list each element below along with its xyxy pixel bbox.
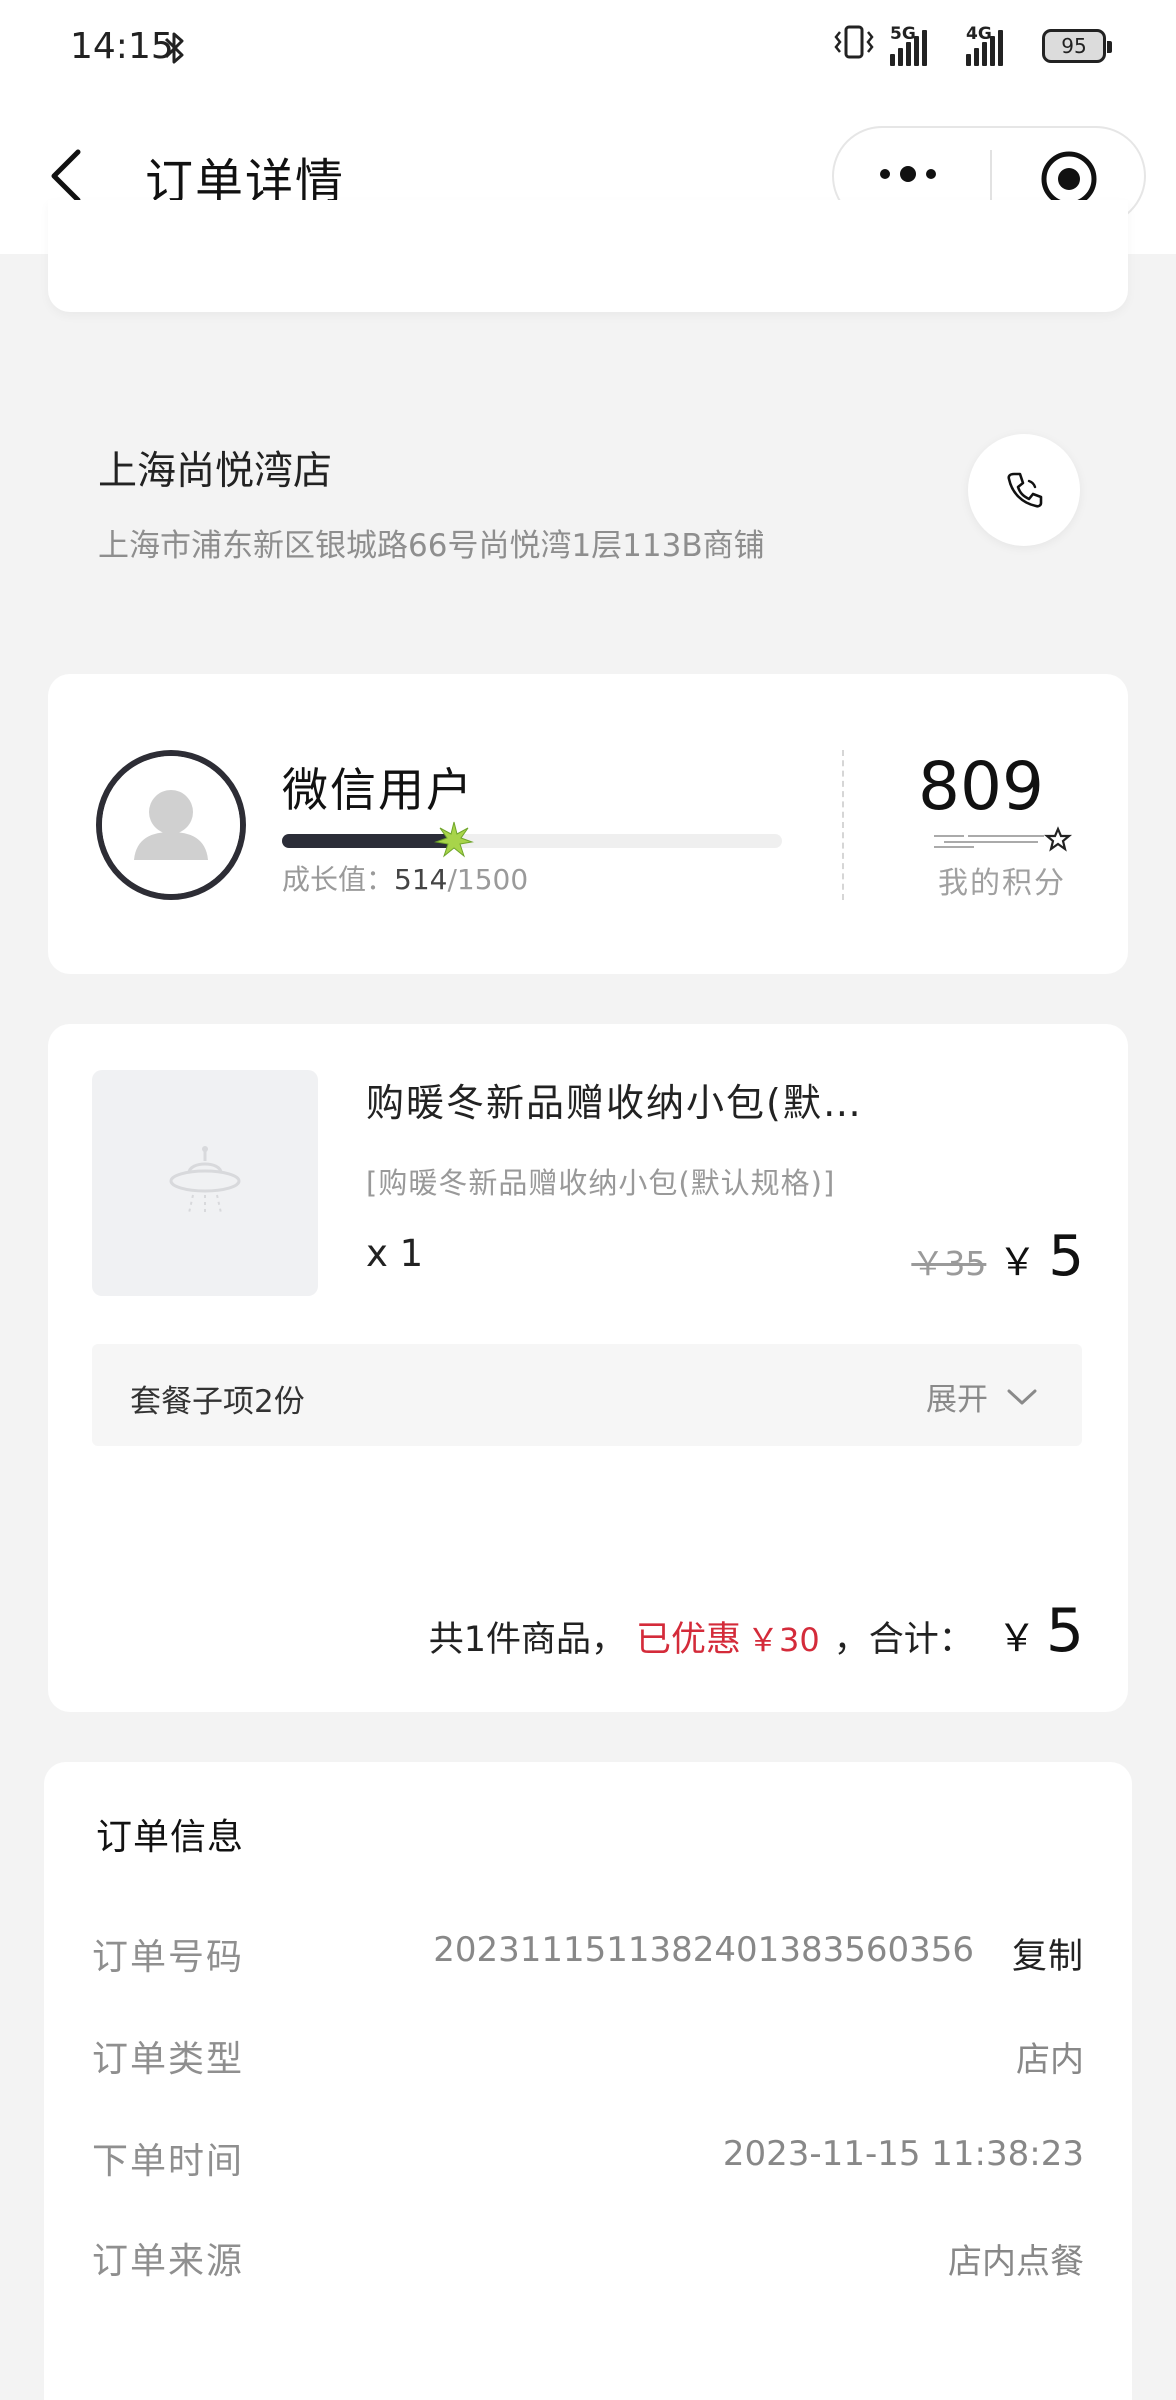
product-image[interactable]	[92, 1070, 318, 1296]
current-price: 5	[1048, 1224, 1084, 1289]
order-type-row: 订单类型 店内	[92, 2024, 1084, 2084]
signal-5g-icon: 5G	[890, 24, 952, 66]
page: 14:15 5G 4G 95 订单详情 上海尚悦湾店 上海市浦东新区银城路66号…	[0, 0, 1176, 2400]
vibrate-icon	[832, 24, 876, 68]
order-number-value: 2023111511382401383560356	[433, 1930, 974, 1970]
original-price: ￥35	[911, 1244, 987, 1283]
growth-label: 成长值：	[282, 863, 395, 896]
discount-amount: ￥30	[747, 1621, 820, 1659]
ufo-placeholder-icon	[169, 1146, 241, 1215]
order-source-label: 订单来源	[92, 2241, 245, 2282]
more-icon	[880, 169, 890, 179]
chevron-left-icon	[51, 149, 81, 203]
member-divider	[842, 750, 844, 900]
more-button[interactable]	[880, 166, 936, 182]
order-summary: 共1件商品， 已优惠 ￥30 ，合计： ￥ 5	[429, 1596, 1084, 1666]
expand-label: 展开	[926, 1382, 988, 1418]
chevron-down-icon	[1007, 1389, 1037, 1404]
status-time: 14:15	[70, 26, 174, 67]
avatar[interactable]	[96, 750, 246, 900]
call-store-button[interactable]	[968, 434, 1080, 546]
copy-button[interactable]: 复制	[1012, 1928, 1084, 1979]
growth-value: 成长值： 514 /1500	[282, 858, 528, 898]
order-time-value: 2023-11-15 11:38:23	[722, 2134, 1084, 2174]
product-spec: [购暖冬新品赠收纳小包(默认规格)]	[366, 1166, 836, 1200]
product-card: 购暖冬新品赠收纳小包(默… [购暖冬新品赠收纳小包(默认规格)] x 1 ￥35…	[48, 1024, 1128, 1712]
product-quantity: x 1	[366, 1232, 424, 1275]
total-currency: ￥	[997, 1616, 1036, 1660]
bluetooth-icon	[162, 30, 188, 74]
default-avatar-icon	[102, 756, 240, 894]
battery-icon: 95	[1042, 29, 1112, 63]
product-name: 购暖冬新品赠收纳小包(默…	[366, 1081, 863, 1125]
growth-current: 514	[394, 863, 448, 896]
member-card[interactable]: 微信用户 成长值： 514 /1500 809 我的积分	[48, 674, 1128, 974]
order-source-row: 订单来源 店内点餐	[92, 2226, 1084, 2286]
order-time-label: 下单时间	[92, 2141, 245, 2182]
order-type-label: 订单类型	[92, 2039, 245, 2080]
points-value[interactable]: 809	[918, 748, 1176, 825]
signal-4g-icon: 4G	[966, 24, 1028, 66]
status-icons: 5G 4G 95	[832, 24, 1112, 68]
phone-icon	[1007, 472, 1043, 508]
points-label: 我的积分	[938, 866, 1066, 901]
growth-max: /1500	[447, 863, 529, 896]
currency-symbol: ￥	[998, 1240, 1037, 1284]
order-number-label: 订单号码	[92, 1937, 245, 1978]
order-status-card	[48, 200, 1128, 312]
total-label: ，合计：	[833, 1620, 974, 1660]
item-count: 共1件商品，	[428, 1620, 627, 1660]
combo-items-label: 套餐子项2份	[130, 1384, 305, 1420]
discount-label: 已优惠	[636, 1620, 742, 1660]
capsule-divider	[990, 150, 992, 206]
star-icon	[934, 826, 1073, 852]
growth-progress-fill	[282, 834, 454, 848]
order-type-value: 店内	[1016, 2040, 1084, 2080]
order-time-row: 下单时间 2023-11-15 11:38:23	[92, 2126, 1084, 2186]
order-source-value: 店内点餐	[948, 2242, 1084, 2282]
battery-level: 95	[1061, 34, 1087, 58]
order-number-row: 订单号码 2023111511382401383560356 复制	[92, 1922, 1084, 1982]
status-bar: 14:15 5G 4G 95	[0, 0, 1176, 96]
expand-button[interactable]: 展开	[926, 1374, 1038, 1419]
combo-items-bar[interactable]: 套餐子项2份 展开	[92, 1344, 1082, 1446]
order-info-title: 订单信息	[96, 1817, 245, 1858]
order-info-card: 订单信息 订单号码 2023111511382401383560356 复制 订…	[44, 1762, 1132, 2400]
sparkle-icon	[434, 821, 474, 858]
price-row: ￥35 ￥ 5	[911, 1224, 1084, 1289]
store-name: 上海尚悦湾店	[98, 449, 333, 494]
back-button[interactable]	[40, 146, 100, 206]
total-amount: 5	[1045, 1596, 1084, 1666]
user-name: 微信用户	[282, 763, 474, 817]
store-address: 上海市浦东新区银城路66号尚悦湾1层113B商铺	[98, 528, 765, 564]
growth-progress-bar	[282, 821, 782, 858]
